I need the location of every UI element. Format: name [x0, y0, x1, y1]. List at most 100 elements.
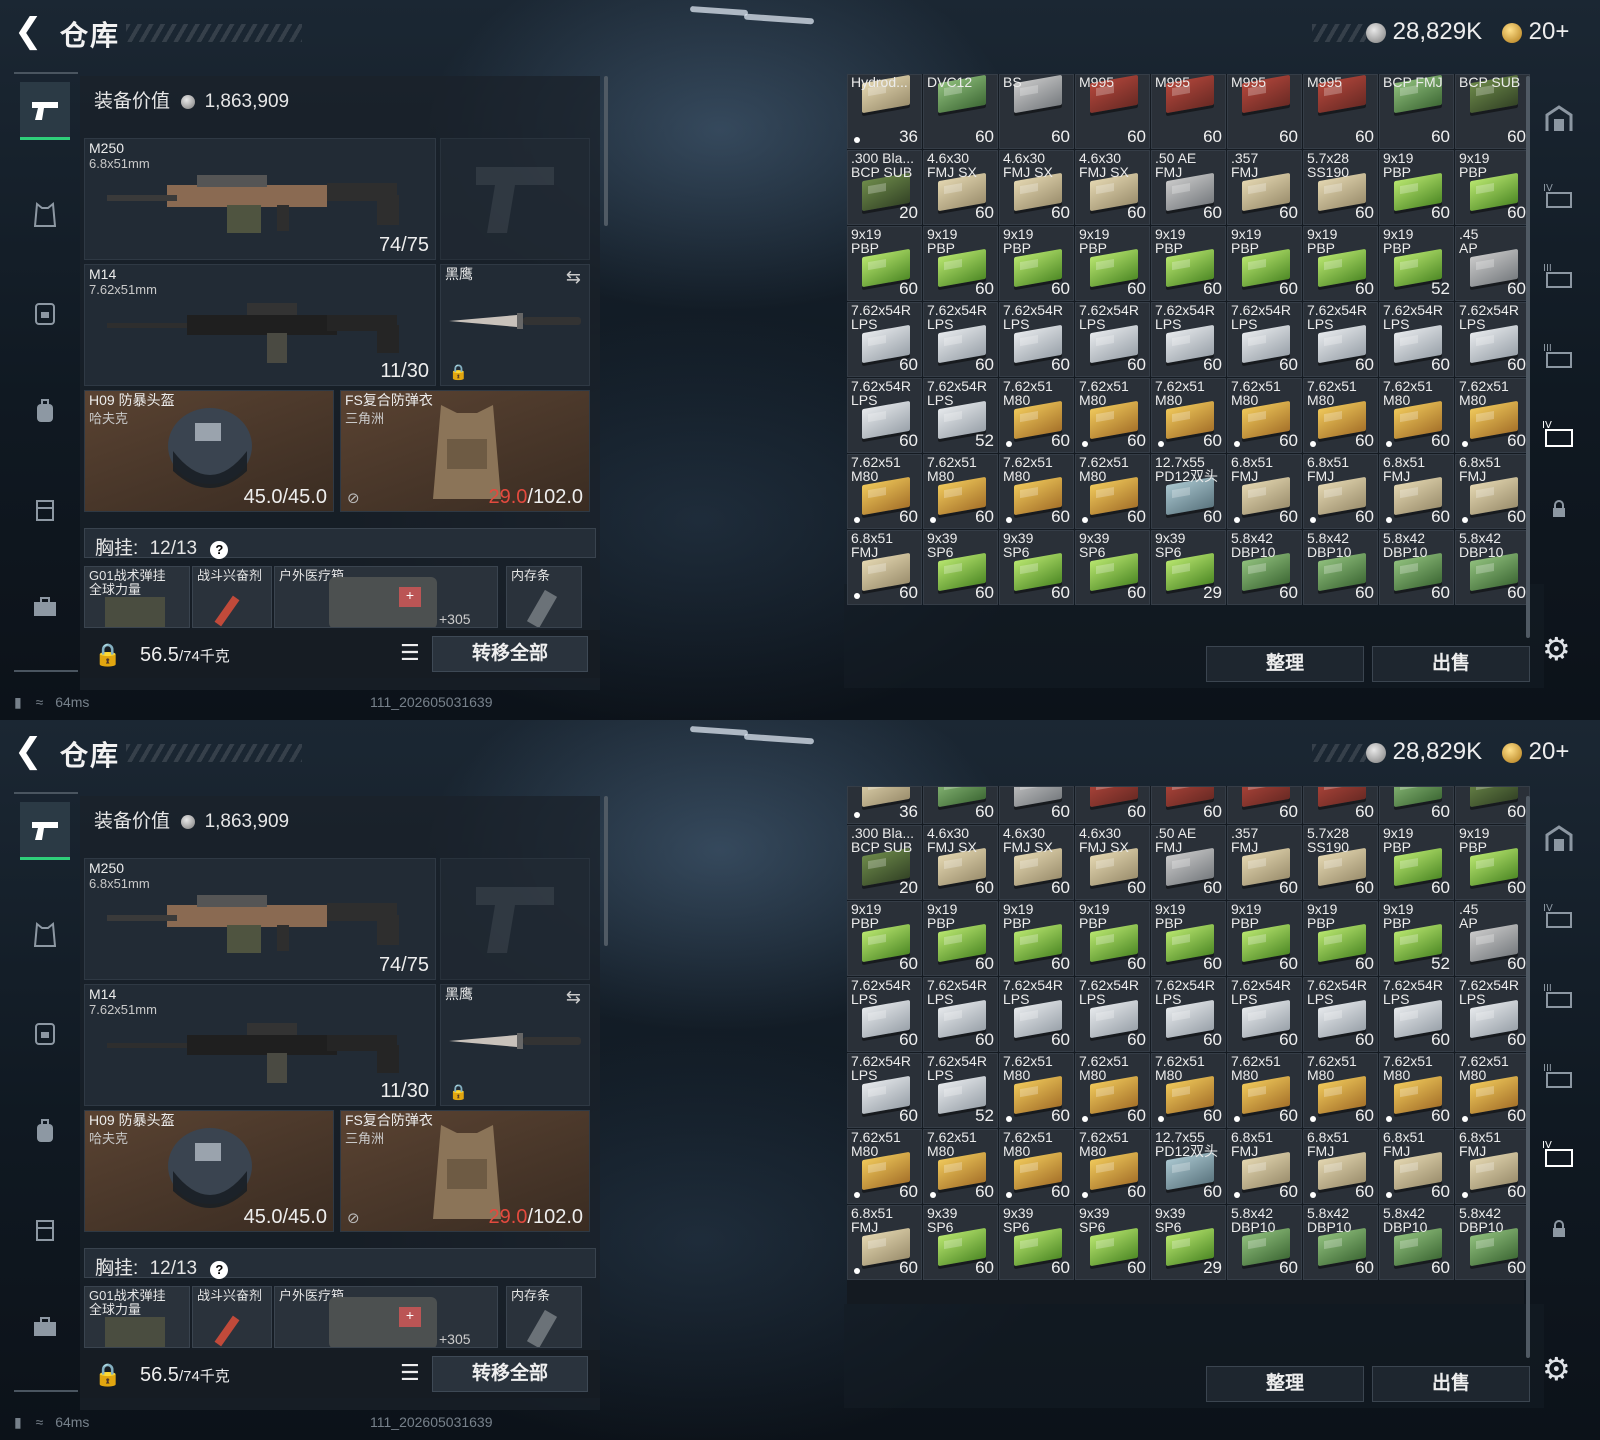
ammo-cell[interactable]: 7.62x54R LPS 60 [1075, 977, 1150, 1052]
ammo-cell[interactable]: 7.62x54R LPS 60 [1455, 302, 1530, 377]
ammo-cell[interactable]: 7.62x54R LPS 60 [847, 378, 922, 453]
ammo-cell[interactable]: 7.62x54R LPS 60 [847, 302, 922, 377]
storage-1-icon[interactable]: IV [1536, 172, 1582, 218]
ammo-cell[interactable]: 9x19 PBP 60 [847, 901, 922, 976]
primary-weapon-slot[interactable]: M250 6.8x51mm 74/75 [84, 138, 436, 260]
ammo-cell[interactable]: 9x19 PBP 52 [1379, 226, 1454, 301]
chest-rig-bar[interactable]: 胸挂: 12/13 ? [84, 528, 596, 559]
ammo-cell[interactable]: 7.62x54R LPS 60 [999, 977, 1074, 1052]
ammo-cell[interactable]: 7.62x51 M80 60 [1075, 454, 1150, 529]
ammo-cell[interactable]: 4.6x30 FMJ SX 60 [999, 150, 1074, 225]
ammo-cell[interactable]: 7.62x54R LPS 60 [847, 1053, 922, 1128]
swap-icon[interactable]: ⇆ [566, 267, 581, 288]
ammo-cell[interactable]: 9x19 PBP 60 [923, 901, 998, 976]
storage-4-icon[interactable]: IV [1536, 1130, 1582, 1176]
melee-slot[interactable]: 黑鹰 ⇆ 🔒 [440, 984, 590, 1106]
ammo-cell[interactable]: M99560 [1075, 74, 1150, 149]
ammo-cell[interactable]: 7.62x51 M80 60 [1303, 1053, 1378, 1128]
ammo-cell[interactable]: 7.62x54R LPS 60 [1227, 302, 1302, 377]
secondary-weapon-slot[interactable]: M14 7.62x51mm 11/30 [84, 264, 436, 386]
ammo-cell[interactable]: 9x19 PBP 60 [1075, 901, 1150, 976]
ammo-cell[interactable]: 9x19 PBP 60 [1151, 226, 1226, 301]
rig-item-tactical-rig[interactable]: G01战术弹挂 全球力量 [84, 1286, 190, 1348]
vest-icon[interactable] [20, 186, 70, 244]
briefcase-icon[interactable] [20, 1298, 70, 1356]
ammo-cell[interactable]: 7.62x54R LPS 60 [1227, 977, 1302, 1052]
swap-icon[interactable]: ⇆ [566, 987, 581, 1008]
ammo-cell[interactable]: M99560 [1151, 74, 1226, 149]
back-arrow-icon[interactable]: ❮ [14, 734, 50, 770]
ammo-cell[interactable]: 9x19 PBP 60 [1075, 226, 1150, 301]
settings-gear-icon[interactable]: ⚙ [1542, 630, 1571, 668]
safe-icon[interactable] [1536, 96, 1582, 142]
ammo-cell[interactable]: 9x39 SP6 60 [1075, 1205, 1150, 1280]
ammo-cell[interactable]: .357 FMJ 60 [1227, 150, 1302, 225]
ammo-cell[interactable]: 7.62x54R LPS 60 [1151, 302, 1226, 377]
ammo-cell[interactable]: 9x39 SP6 29 [1151, 1205, 1226, 1280]
ammo-cell[interactable]: BCP FMJ60 [1379, 786, 1454, 824]
ammo-cell[interactable]: 7.62x51 M80 60 [923, 1129, 998, 1204]
storage-scrollbar[interactable] [1526, 76, 1530, 638]
armor-slot[interactable]: FS复合防弹衣 三角洲 ⊘ 29.0/102.0 [340, 390, 590, 512]
storage-2-icon[interactable]: III [1536, 972, 1582, 1018]
storage-3-icon[interactable]: III [1536, 1052, 1582, 1098]
gold-currency[interactable]: 20+ [1502, 18, 1569, 46]
ammo-cell[interactable]: 7.62x51 M80 60 [1227, 1053, 1302, 1128]
storage-scrollbar[interactable] [1526, 796, 1530, 1358]
pistol-slot-empty[interactable] [440, 138, 590, 260]
help-icon[interactable]: ? [210, 541, 229, 559]
case-icon[interactable] [20, 1200, 70, 1258]
transfer-all-button[interactable]: 转移全部 [432, 1356, 588, 1392]
secondary-weapon-slot[interactable]: M14 7.62x51mm 11/30 [84, 984, 436, 1106]
ammo-cell[interactable]: 7.62x51 M80 60 [1227, 378, 1302, 453]
ammo-cell[interactable]: 7.62x54R LPS 60 [923, 977, 998, 1052]
ammo-cell[interactable]: BS60 [999, 786, 1074, 824]
ammo-cell[interactable]: 5.8x42 DBP10 60 [1227, 1205, 1302, 1280]
rig-item-medkit[interactable]: 户外医疗箱 + +305 [274, 1286, 498, 1348]
helmet-slot[interactable]: H09 防暴头盔 哈夫克 45.0/45.0 [84, 1110, 334, 1232]
ammo-cell[interactable]: M99560 [1227, 74, 1302, 149]
ammo-cell[interactable]: .45 AP 60 [1455, 226, 1530, 301]
ammo-cell[interactable]: 7.62x51 M80 60 [847, 454, 922, 529]
ammo-cell[interactable]: 7.62x51 M80 60 [999, 378, 1074, 453]
armor-slot[interactable]: FS复合防弹衣 三角洲 ⊘ 29.0/102.0 [340, 1110, 590, 1232]
ammo-cell[interactable]: .50 AE FMJ 60 [1151, 825, 1226, 900]
ammo-cell[interactable]: 7.62x51 M80 60 [1151, 1053, 1226, 1128]
ammo-cell[interactable]: 5.8x42 DBP10 60 [1455, 1205, 1530, 1280]
ammo-cell[interactable]: 9x39 SP6 60 [923, 1205, 998, 1280]
ammo-cell[interactable]: 7.62x51 M80 60 [847, 1129, 922, 1204]
pistol-icon[interactable] [20, 802, 70, 860]
ammo-cell[interactable]: M99560 [1303, 786, 1378, 824]
ammo-cell[interactable]: BCP SUB60 [1455, 74, 1530, 149]
ammo-cell[interactable]: .300 Bla... BCP SUB 20 [847, 150, 922, 225]
rig-item-tactical-rig[interactable]: G01战术弹挂 全球力量 [84, 566, 190, 628]
ammo-cell[interactable]: 7.62x51 M80 60 [1075, 378, 1150, 453]
gold-currency[interactable]: 20+ [1502, 738, 1569, 766]
ammo-cell[interactable]: 7.62x51 M80 60 [1455, 378, 1530, 453]
melee-slot[interactable]: 黑鹰 ⇆ 🔒 [440, 264, 590, 386]
equipment-scrollbar[interactable] [604, 76, 608, 226]
ammo-cell[interactable]: BCP SUB60 [1455, 786, 1530, 824]
ammo-cell[interactable]: 7.62x51 M80 60 [1075, 1053, 1150, 1128]
ammo-cell[interactable]: 4.6x30 FMJ SX 60 [923, 150, 998, 225]
ammo-cell[interactable]: 7.62x54R LPS 52 [923, 378, 998, 453]
lock-icon[interactable] [1536, 486, 1582, 532]
pistol-slot-empty[interactable] [440, 858, 590, 980]
backpack-icon[interactable] [20, 382, 70, 440]
ammo-cell[interactable]: 7.62x54R LPS 60 [847, 977, 922, 1052]
ammo-cell[interactable]: 9x39 SP6 60 [923, 530, 998, 605]
ammo-cell[interactable]: .50 AE FMJ 60 [1151, 150, 1226, 225]
ammo-cell[interactable]: .357 FMJ 60 [1227, 825, 1302, 900]
ammo-cell[interactable]: 5.7x28 SS190 60 [1303, 825, 1378, 900]
ammo-cell[interactable]: .45 AP 60 [1455, 901, 1530, 976]
ammo-cell[interactable]: 7.62x54R LPS 60 [923, 302, 998, 377]
ammo-cell[interactable]: 7.62x51 M80 60 [1379, 1053, 1454, 1128]
ammo-cell[interactable]: 9x19 PBP 60 [1151, 901, 1226, 976]
ammo-cell[interactable]: 7.62x54R LPS 60 [1151, 977, 1226, 1052]
ammo-cell[interactable]: 7.62x51 M80 60 [1455, 1053, 1530, 1128]
ammo-cell[interactable]: 9x19 PBP 60 [1379, 150, 1454, 225]
ammo-cell[interactable]: 7.62x54R LPS 60 [1303, 302, 1378, 377]
case-icon[interactable] [20, 480, 70, 538]
back-arrow-icon[interactable]: ❮ [14, 14, 50, 50]
rig-item-memory[interactable]: 内存条 [506, 566, 582, 628]
